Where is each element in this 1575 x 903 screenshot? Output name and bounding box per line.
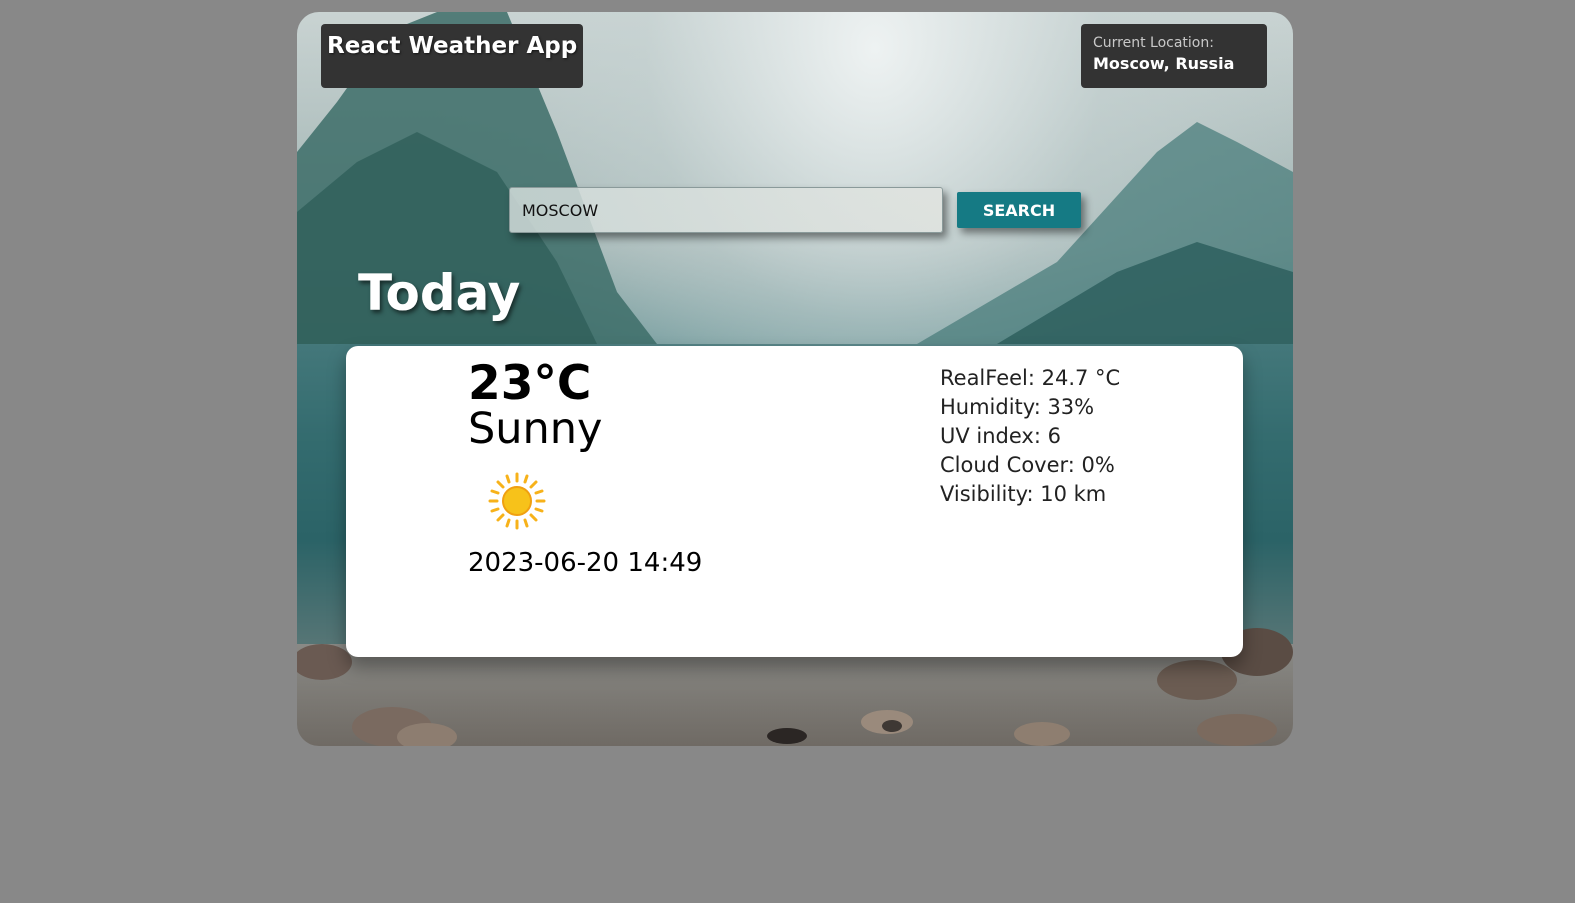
weather-condition: Sunny [468,404,603,454]
weather-app-container: React Weather App Current Location: Mosc… [297,12,1293,746]
weather-details-list: RealFeel: 24.7 °C Humidity: 33% UV index… [940,364,1120,509]
detail-uv-index: UV index: 6 [940,424,1061,448]
temperature: 23°C [468,356,592,411]
detail-cloud-cover: Cloud Cover: 0% [940,453,1115,477]
search-button[interactable]: SEARCH [957,192,1081,228]
detail-humidity: Humidity: 33% [940,395,1095,419]
current-location-box: Current Location: Moscow, Russia [1081,24,1267,88]
sun-icon [488,472,546,530]
detail-realfeel: RealFeel: 24.7 °C [940,366,1121,390]
current-location-label: Current Location: [1093,35,1214,51]
city-search-input[interactable] [509,187,943,233]
weather-card: 23°C Sunny 2023-06-20 14:49 RealFeel: 24… [346,346,1243,657]
current-location-value: Moscow, Russia [1093,54,1235,73]
today-heading: Today [358,264,521,322]
app-title-box: React Weather App [321,24,583,88]
detail-visibility: Visibility: 10 km [940,482,1107,506]
observation-datetime: 2023-06-20 14:49 [468,548,703,578]
app-title: React Weather App [327,33,578,59]
